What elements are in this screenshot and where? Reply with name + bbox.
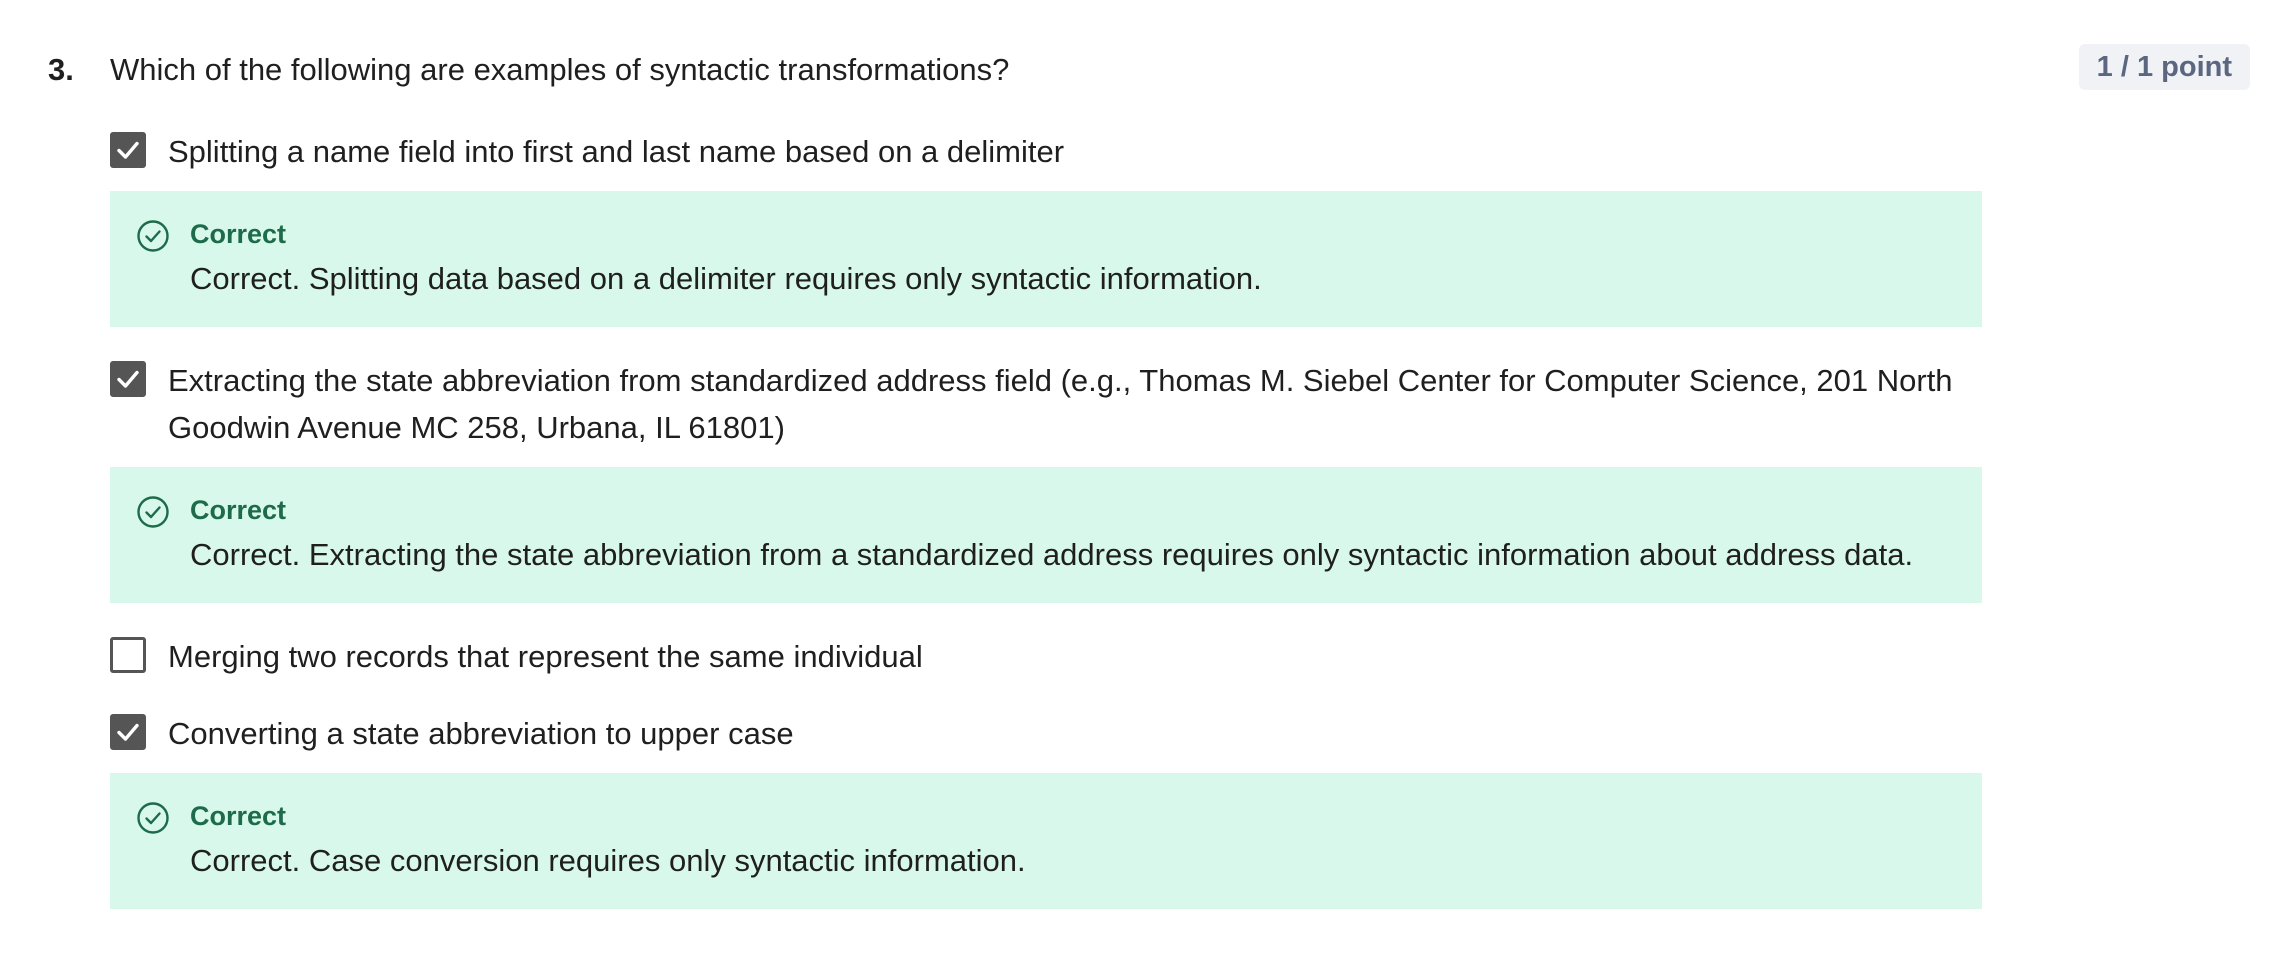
checkmark-icon bbox=[117, 370, 139, 388]
checkbox-checked[interactable] bbox=[110, 714, 146, 750]
checkbox-checked[interactable] bbox=[110, 132, 146, 168]
feedback-title: Correct bbox=[190, 495, 287, 525]
feedback-box: Correct Correct. Extracting the state ab… bbox=[110, 467, 1982, 603]
check-circle-icon bbox=[137, 220, 169, 252]
question-number: 3. bbox=[48, 52, 74, 87]
answer-option-label-line-2: Goodwin Avenue MC 258, Urbana, IL 61801) bbox=[168, 410, 785, 445]
check-circle-icon bbox=[137, 496, 169, 528]
feedback-text: Correct. Splitting data based on a delim… bbox=[190, 261, 1262, 296]
checkbox-checked[interactable] bbox=[110, 361, 146, 397]
feedback-title: Correct bbox=[190, 219, 287, 249]
answer-option-3[interactable]: Merging two records that represent the s… bbox=[110, 633, 1982, 680]
answer-options: Splitting a name field into first and la… bbox=[110, 128, 1982, 939]
feedback-text: Correct. Extracting the state abbreviati… bbox=[190, 537, 1914, 572]
checkmark-icon bbox=[117, 723, 139, 741]
question-header: 3. Which of the following are examples o… bbox=[48, 44, 2270, 94]
answer-option-1[interactable]: Splitting a name field into first and la… bbox=[110, 128, 1982, 175]
quiz-page: 3. Which of the following are examples o… bbox=[0, 0, 2270, 964]
checkbox-unchecked[interactable] bbox=[110, 637, 146, 673]
feedback-box: Correct Correct. Case conversion require… bbox=[110, 773, 1982, 909]
feedback-text: Correct. Case conversion requires only s… bbox=[190, 843, 1026, 878]
question-text: Which of the following are examples of s… bbox=[110, 52, 1010, 87]
check-circle-icon bbox=[137, 802, 169, 834]
feedback-box: Correct Correct. Splitting data based on… bbox=[110, 191, 1982, 327]
points-badge: 1 / 1 point bbox=[2078, 44, 2250, 90]
feedback-title: Correct bbox=[190, 801, 287, 831]
checkmark-icon bbox=[117, 141, 139, 159]
answer-option-label: Converting a state abbreviation to upper… bbox=[168, 716, 794, 751]
answer-option-label: Merging two records that represent the s… bbox=[168, 639, 923, 674]
answer-option-label: Splitting a name field into first and la… bbox=[168, 134, 1065, 169]
answer-option-2[interactable]: Extracting the state abbreviation from s… bbox=[110, 357, 1982, 451]
answer-option-label-line-1: Extracting the state abbreviation from s… bbox=[168, 363, 1953, 398]
answer-option-4[interactable]: Converting a state abbreviation to upper… bbox=[110, 710, 1982, 757]
